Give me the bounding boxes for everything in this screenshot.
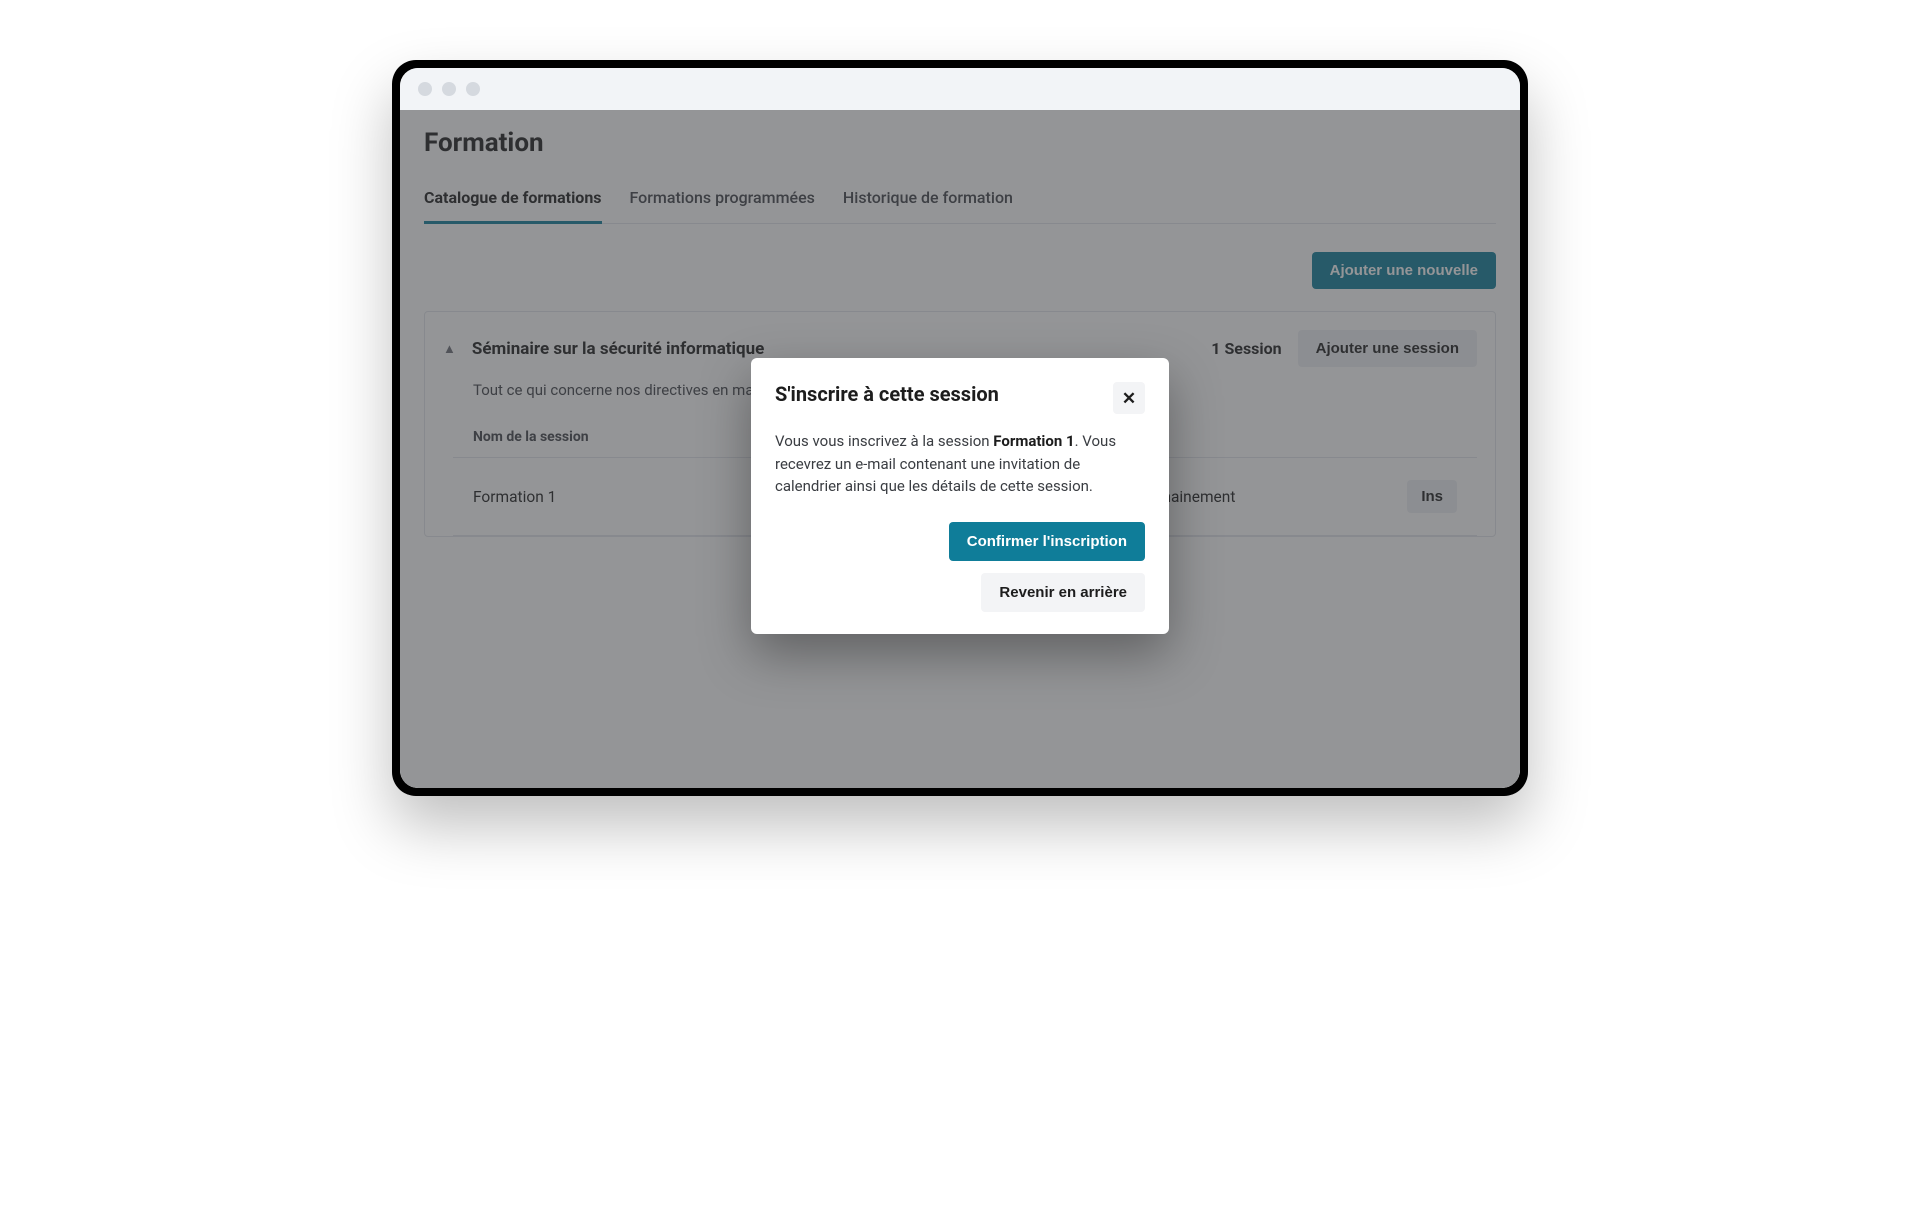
modal-body-pre: Vous vous inscrivez à la session [775, 432, 993, 450]
confirm-button[interactable]: Confirmer l'inscription [949, 522, 1145, 561]
modal-actions: Confirmer l'inscription Revenir en arriè… [775, 522, 1145, 612]
signup-modal: S'inscrire à cette session ✕ Vous vous i… [751, 358, 1169, 634]
traffic-light-minimize[interactable] [442, 82, 456, 96]
app-window: Formation Catalogue de formations Format… [400, 68, 1520, 788]
traffic-light-close[interactable] [418, 82, 432, 96]
go-back-button[interactable]: Revenir en arrière [981, 573, 1145, 612]
window-shadow-frame: Formation Catalogue de formations Format… [392, 60, 1528, 796]
modal-body: Vous vous inscrivez à la session Formati… [775, 430, 1145, 498]
window-titlebar [400, 68, 1520, 110]
modal-title: S'inscrire à cette session [775, 382, 999, 406]
modal-body-bold: Formation 1 [993, 432, 1074, 450]
close-icon[interactable]: ✕ [1113, 382, 1145, 414]
modal-header: S'inscrire à cette session ✕ [775, 382, 1145, 414]
traffic-light-maximize[interactable] [466, 82, 480, 96]
